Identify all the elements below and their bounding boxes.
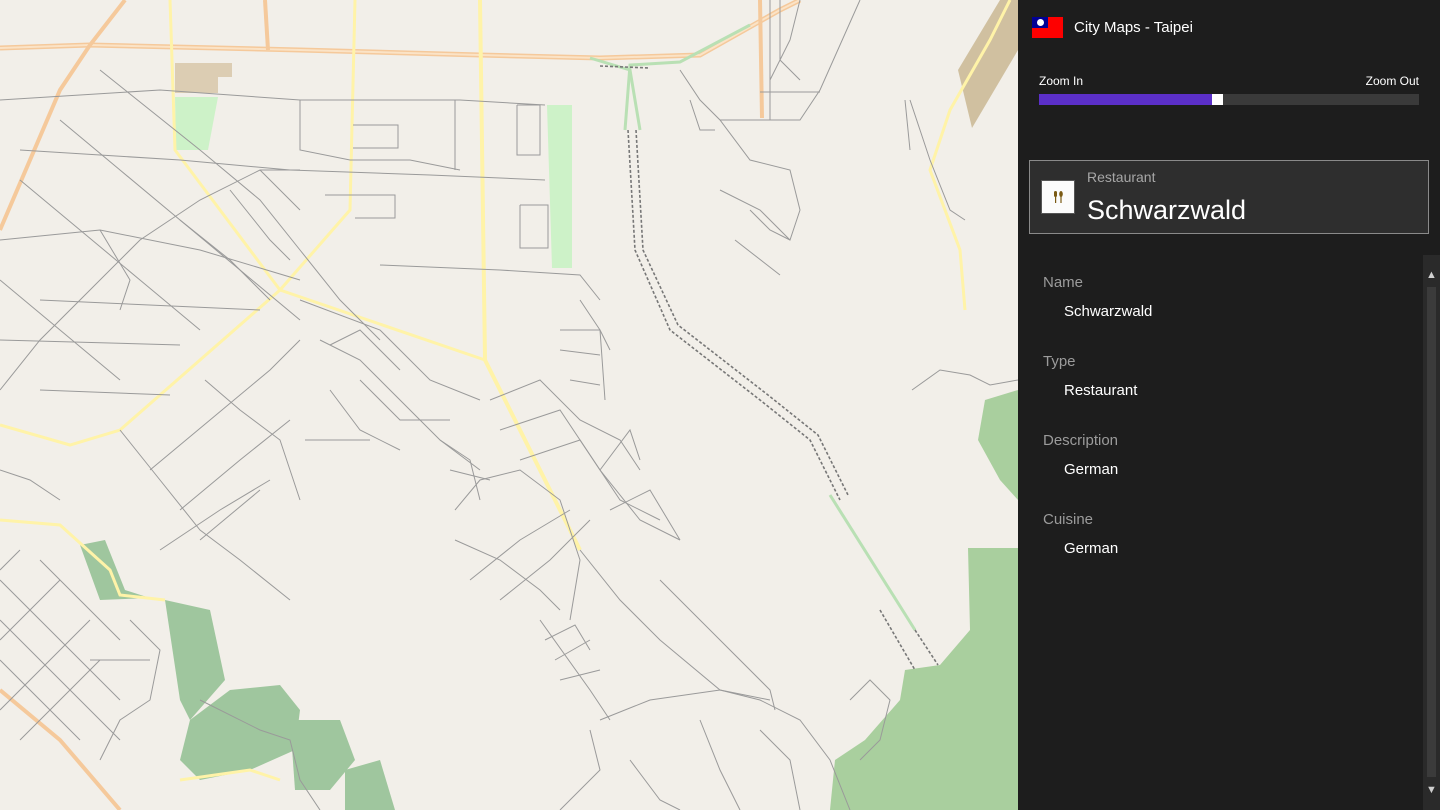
- restaurant-icon: [1041, 180, 1075, 214]
- scrollbar-thumb[interactable]: [1427, 287, 1436, 777]
- detail-label: Cuisine: [1043, 511, 1094, 528]
- place-type: Restaurant: [1087, 169, 1156, 185]
- detail-label: Name: [1043, 274, 1084, 291]
- railway-lines: [599, 65, 939, 671]
- place-details: Name Schwarzwald Type Restaurant Descrip…: [1043, 274, 1152, 590]
- scroll-up-icon[interactable]: ▲: [1423, 265, 1440, 285]
- zoom-in-label[interactable]: Zoom In: [1039, 74, 1083, 88]
- detail-value: Schwarzwald: [1064, 303, 1153, 320]
- detail-value: Restaurant: [1064, 382, 1138, 399]
- detail-value: German: [1064, 540, 1119, 557]
- details-panel: City Maps - Taipei Zoom In Zoom Out Rest…: [1018, 0, 1440, 810]
- zoom-slider[interactable]: [1039, 94, 1419, 105]
- detail-field-cuisine: Cuisine German: [1043, 511, 1152, 590]
- map-canvas[interactable]: [0, 0, 1018, 810]
- detail-value: German: [1064, 461, 1119, 478]
- scroll-down-icon[interactable]: ▼: [1423, 780, 1440, 800]
- zoom-slider-fill: [1039, 94, 1218, 105]
- detail-field-name: Name Schwarzwald: [1043, 274, 1152, 353]
- place-name: Schwarzwald: [1087, 195, 1247, 225]
- zoom-out-label[interactable]: Zoom Out: [1366, 74, 1419, 88]
- major-roads: [0, 0, 1012, 810]
- detail-label: Description: [1043, 432, 1119, 449]
- detail-field-description: Description German: [1043, 432, 1152, 511]
- detail-field-type: Type Restaurant: [1043, 353, 1152, 432]
- selected-place-card[interactable]: Restaurant Schwarzwald: [1029, 160, 1429, 234]
- taiwan-flag-icon: [1032, 16, 1063, 38]
- zoom-labels: Zoom In Zoom Out: [1039, 74, 1419, 88]
- details-scrollbar[interactable]: ▲ ▼: [1423, 255, 1440, 810]
- detail-label: Type: [1043, 353, 1076, 370]
- park-areas: [80, 0, 1018, 810]
- app-title: City Maps - Taipei: [1074, 18, 1193, 36]
- zoom-slider-thumb[interactable]: [1211, 94, 1223, 105]
- app-header: City Maps - Taipei: [1032, 16, 1193, 38]
- map-view[interactable]: [0, 0, 1018, 810]
